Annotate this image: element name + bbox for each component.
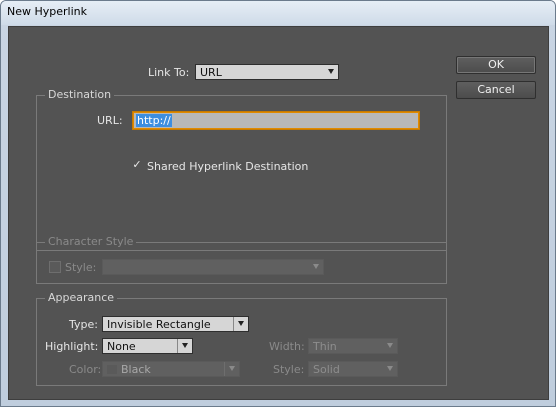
type-value: Invisible Rectangle [107, 318, 211, 331]
character-style-group-label: Character Style [45, 235, 137, 248]
width-dropdown[interactable]: Thin [308, 338, 398, 354]
window-title: New Hyperlink [7, 5, 87, 18]
shared-destination-label: Shared Hyperlink Destination [147, 160, 309, 173]
appearance-group-label: Appearance [45, 291, 118, 304]
color-swatch [107, 365, 117, 374]
style-label: Style: [273, 363, 305, 376]
chevron-down-icon [387, 343, 393, 348]
width-label: Width: [269, 340, 305, 353]
character-style-checkbox[interactable] [49, 261, 61, 273]
url-input[interactable]: http:// [133, 112, 419, 129]
character-style-label: Style: [65, 261, 97, 274]
chevron-down-icon [313, 264, 319, 269]
dialog-window: New Hyperlink Link To: URL OK Cancel Des… [0, 0, 556, 407]
color-label: Color: [69, 363, 102, 376]
destination-group-label: Destination [45, 88, 115, 101]
chevron-down-icon [229, 366, 235, 371]
type-label: Type: [69, 318, 98, 331]
shared-destination-checkbox[interactable]: ✓ [131, 159, 143, 171]
url-input-value: http:// [136, 114, 172, 127]
type-dropdown[interactable]: Invisible Rectangle [102, 316, 249, 332]
url-label: URL: [97, 114, 123, 127]
link-to-dropdown[interactable]: URL [195, 64, 339, 80]
title-bar[interactable]: New Hyperlink [1, 1, 555, 25]
character-style-dropdown[interactable] [102, 259, 324, 275]
style-dropdown[interactable]: Solid [308, 361, 398, 377]
color-dropdown[interactable]: Black [102, 361, 240, 377]
chevron-down-icon [238, 321, 244, 326]
highlight-value: None [107, 340, 136, 353]
highlight-label: Highlight: [45, 340, 99, 353]
style-value: Solid [313, 363, 340, 376]
chevron-down-icon [182, 343, 188, 348]
checkmark-icon: ✓ [132, 158, 142, 171]
highlight-dropdown[interactable]: None [102, 338, 193, 354]
cancel-button[interactable]: Cancel [456, 81, 536, 99]
link-to-value: URL [200, 66, 222, 79]
chevron-down-icon [387, 366, 393, 371]
chevron-down-icon [328, 69, 334, 74]
color-value: Black [121, 363, 151, 376]
ok-button[interactable]: OK [456, 56, 536, 74]
link-to-label: Link To: [148, 66, 190, 79]
width-value: Thin [313, 340, 337, 353]
dialog-body: Link To: URL OK Cancel Destination URL: … [8, 26, 549, 400]
